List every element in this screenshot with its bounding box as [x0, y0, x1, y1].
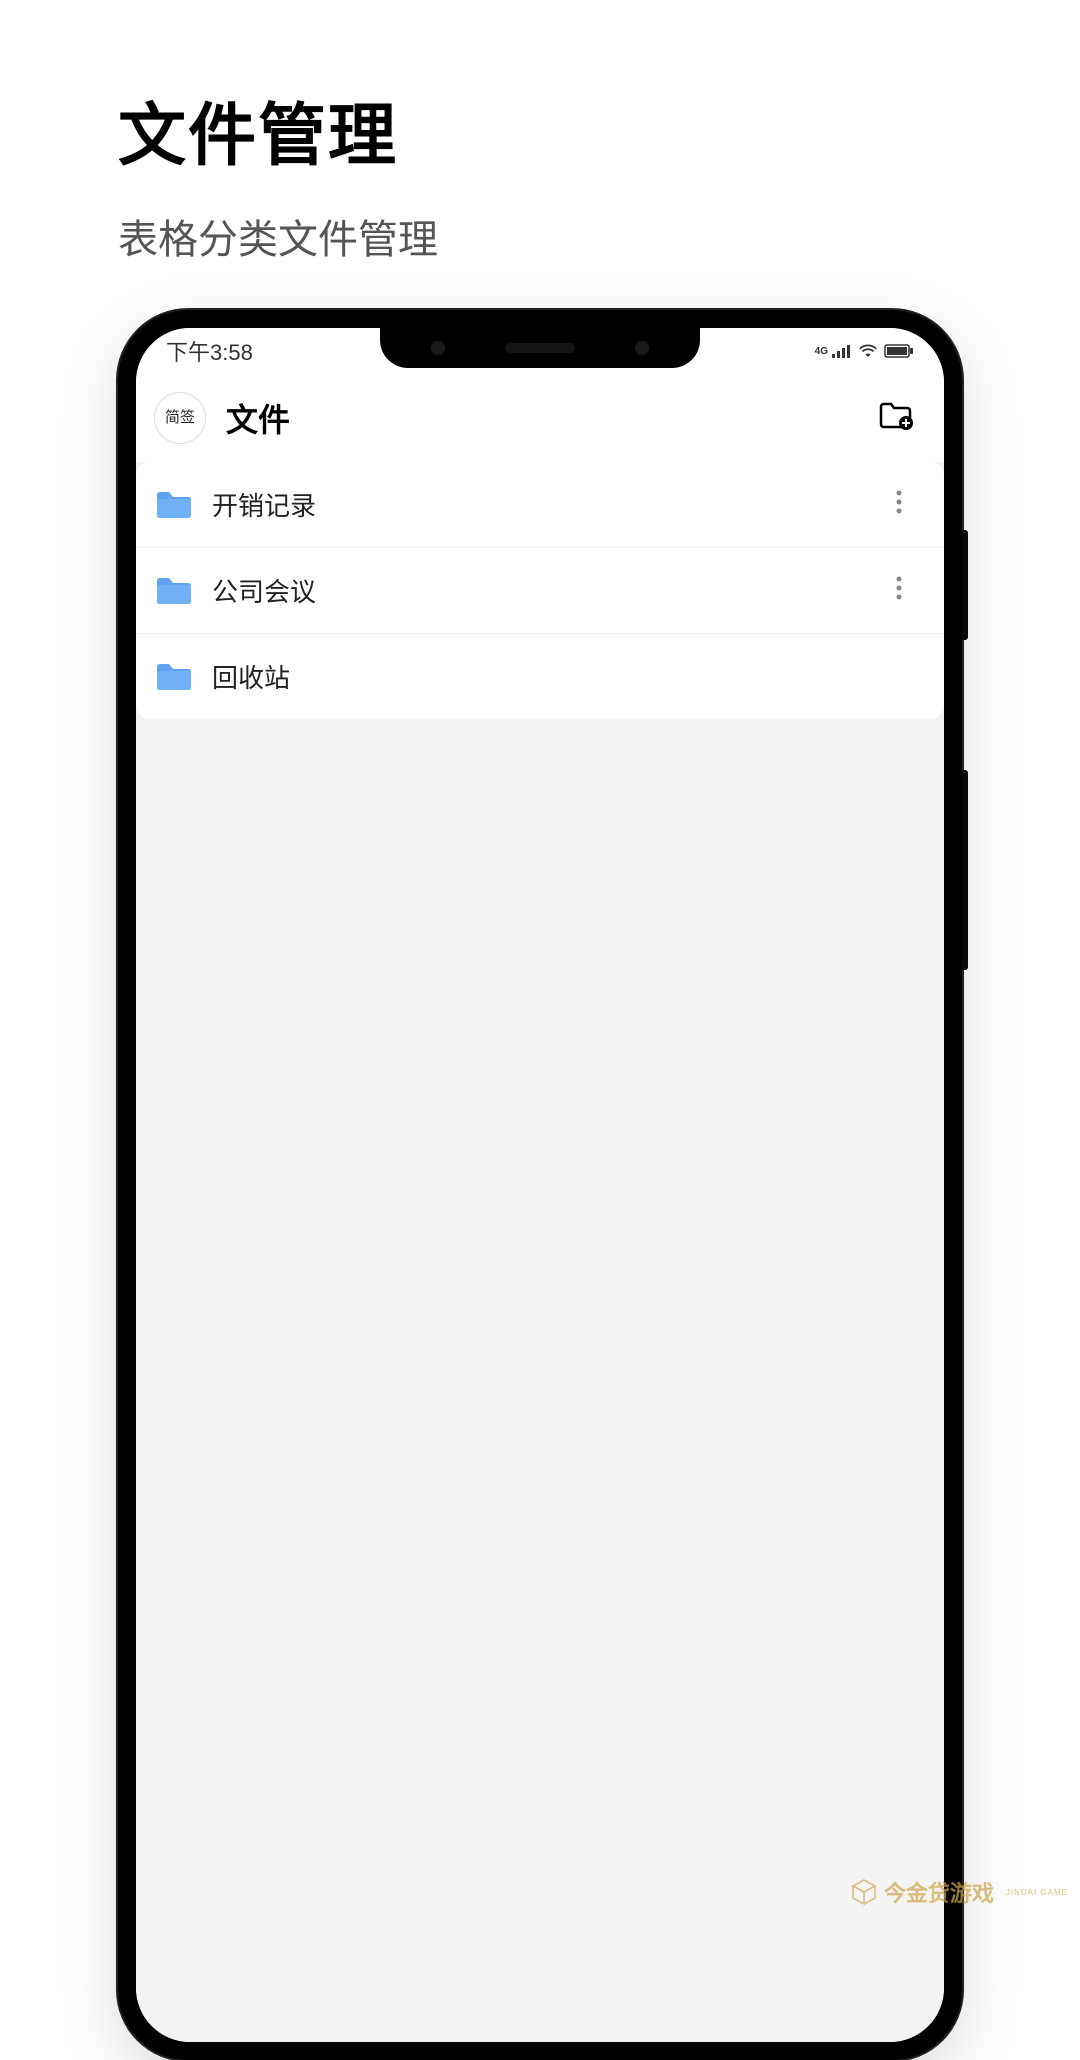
phone-frame: 下午3:58 4G [118, 310, 962, 2060]
watermark: 今金贷游戏 JINDAI GAME [850, 1876, 1068, 1908]
wifi-icon [858, 344, 878, 358]
list-item[interactable]: 回收站 [136, 634, 944, 719]
folder-icon [156, 490, 192, 520]
more-button[interactable] [884, 490, 914, 520]
list-item[interactable]: 开销记录 [136, 462, 944, 548]
folder-list: 开销记录 [136, 462, 944, 719]
folder-name: 回收站 [212, 658, 914, 695]
content-area: 开销记录 [136, 462, 944, 2042]
app-badge-label: 简签 [165, 410, 195, 426]
cube-icon [850, 1878, 878, 1906]
folder-name: 公司会议 [212, 572, 864, 609]
phone-screen: 下午3:58 4G [136, 328, 944, 2042]
page-subtitle: 表格分类文件管理 [118, 207, 962, 265]
app-title: 文件 [226, 395, 856, 441]
app-badge[interactable]: 简签 [154, 392, 206, 444]
watermark-sub: JINDAI GAME [1006, 1888, 1068, 1897]
folder-name: 开销记录 [212, 486, 864, 523]
folder-icon [156, 576, 192, 606]
list-item[interactable]: 公司会议 [136, 548, 944, 634]
folder-plus-icon [879, 401, 913, 436]
phone-notch [380, 328, 700, 368]
more-button[interactable] [884, 576, 914, 606]
network-label: 4G [815, 346, 828, 357]
add-folder-button[interactable] [876, 398, 916, 438]
status-time: 下午3:58 [166, 335, 253, 367]
phone-side-button [962, 770, 968, 970]
battery-icon [884, 344, 914, 358]
page-header: 文件管理 表格分类文件管理 [0, 0, 1080, 265]
status-indicators: 4G [815, 344, 914, 358]
more-vertical-icon [896, 576, 902, 605]
folder-icon [156, 662, 192, 692]
more-vertical-icon [896, 490, 902, 519]
signal-icon [832, 344, 852, 358]
page-title: 文件管理 [118, 80, 962, 179]
watermark-brand: 今金贷游戏 [884, 1876, 994, 1908]
phone-side-button [962, 530, 968, 640]
app-header: 简签 文件 [136, 374, 944, 462]
